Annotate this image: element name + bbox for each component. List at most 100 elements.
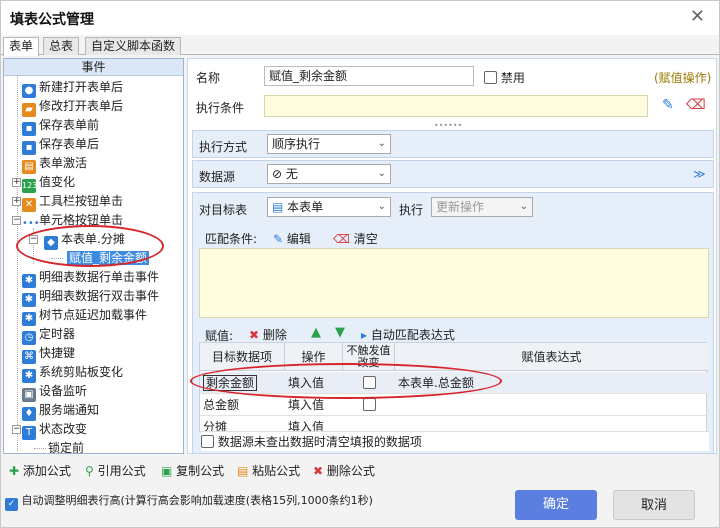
tab-summary[interactable]: 总表 (43, 37, 80, 55)
tree-item-before-lock[interactable]: 锁定前 (48, 439, 84, 453)
collapse-icon[interactable]: − (12, 425, 21, 434)
datasource-select[interactable]: ⊘ 无 ⌄ (267, 164, 391, 184)
row-no-trigger-checkbox[interactable] (343, 372, 395, 394)
paste-formula-button[interactable]: ▤ 粘贴公式 (237, 461, 300, 481)
chevron-down-icon: ⌄ (377, 168, 386, 179)
col-target-header: 目标数据项 (200, 343, 285, 371)
exec-action-select[interactable]: 更新操作 ⌄ (431, 197, 533, 217)
tree-item-clipboard[interactable]: ✱ 系统剪贴板变化 (22, 363, 123, 383)
tree-item-timer[interactable]: ◷ 定时器 (22, 325, 75, 345)
tree-item-value-change[interactable]: 123 值变化 (22, 173, 75, 193)
exec-mode-select[interactable]: 顺序执行 ⌄ (267, 134, 391, 154)
table-row[interactable]: 总金额 (200, 394, 285, 416)
row-expr-cell[interactable]: 本表单.总金额 (395, 372, 708, 394)
state-icon: T (22, 426, 36, 440)
ok-button[interactable]: 确定 (515, 490, 597, 520)
gear-icon: ✱ (22, 369, 36, 383)
event-tree-pane: 事件 ● 新建打开表单后 ▰ 修改打开表单后 ▪ 保存表单前 ▪ 保存表单后 ▤ 表单激活… (3, 58, 184, 454)
target-label: 对目标表 (199, 203, 248, 217)
device-icon: ▣ (22, 388, 36, 402)
formula-editor-pane: 名称 赋值_剩余金额 禁用 (赋值操作) 执行条件 ✎ ⌫ •••••• 执行方… (187, 58, 717, 454)
match-clear-button[interactable]: ⌫ 清空 (333, 230, 378, 247)
gear-icon: ✱ (22, 274, 36, 288)
collapse-icon[interactable]: − (29, 235, 38, 244)
tree-item-tree-lazy-load[interactable]: ✱ 树节点延迟加载事件 (22, 306, 147, 326)
check-icon: ✓ (5, 498, 18, 511)
tree-item-toolbar-click[interactable]: ✕ 工具栏按钮单击 (22, 192, 123, 212)
tree-item-shortcut[interactable]: ⌘ 快捷键 (22, 344, 75, 364)
close-icon[interactable]: ✕ (690, 6, 705, 27)
save-icon: ▪ (22, 122, 36, 136)
notify-icon: ♦ (22, 407, 36, 421)
title-bar: 填表公式管理 ✕ (1, 1, 719, 35)
expand-icon[interactable]: + (12, 178, 21, 187)
table-row[interactable]: 分摊 (200, 416, 285, 432)
match-edit-button[interactable]: ✎ 编辑 (273, 230, 311, 247)
tree-item-server-notify[interactable]: ♦ 服务端通知 (22, 401, 99, 421)
target-select[interactable]: ▤ 本表单 ⌄ (267, 197, 391, 217)
eraser-icon: ⌫ (333, 232, 350, 246)
timer-icon: ◷ (22, 331, 36, 345)
auto-adjust-checkbox[interactable]: ✓ 自动调整明细表行高(计算行高会影响加载速度(表格15列,1000条约1秒) (5, 491, 373, 511)
delete-formula-button[interactable]: ✖ 删除公式 (313, 461, 375, 481)
expand-more-icon[interactable]: ≫ (693, 167, 706, 181)
splitter-handle[interactable]: •••••• (434, 121, 462, 130)
cancel-button[interactable]: 取消 (613, 490, 695, 520)
tree-item-detail-row-click[interactable]: ✱ 明细表数据行单击事件 (22, 268, 159, 288)
form-icon: ▤ (22, 160, 36, 174)
shortcut-icon: ⌘ (22, 350, 36, 364)
tab-custom-script[interactable]: 自定义脚本函数 (85, 37, 182, 55)
tree-item-detail-row-dblclick[interactable]: ✱ 明细表数据行双击事件 (22, 287, 159, 307)
tree-item-new-open[interactable]: ● 新建打开表单后 (22, 78, 123, 98)
tools-icon: ✕ (22, 198, 36, 212)
assign-delete-button[interactable]: ✖ 删除 (249, 326, 287, 343)
play-icon: ▸ (361, 328, 368, 342)
value-icon: 123 (22, 179, 37, 193)
row-op-cell[interactable]: 填入值 (285, 372, 343, 394)
tree-item-activate[interactable]: ▤ 表单激活 (22, 154, 87, 174)
exec-mode-section: 执行方式 顺序执行 ⌄ (192, 130, 714, 158)
auto-match-button[interactable]: ▸ 自动匹配表达式 (361, 326, 455, 343)
condition-input[interactable] (264, 95, 648, 117)
clear-unfound-checkbox[interactable]: 数据源未查出数据时清空填报的数据项 (201, 431, 709, 451)
row-no-trigger-checkbox[interactable] (343, 394, 395, 416)
match-condition-input[interactable] (199, 248, 709, 318)
edit-icon[interactable]: ✎ (662, 97, 674, 113)
chevron-down-icon: ⌄ (377, 201, 386, 212)
tab-form[interactable]: 表单 (3, 37, 40, 56)
exec-mode-label: 执行方式 (199, 140, 248, 154)
formula-dialog: 填表公式管理 ✕ 表单 总表 自定义脚本函数 事件 ● 新建打开表单后 ▰ 修改打开… (0, 0, 720, 528)
tree-item-state-change[interactable]: T 状态改变 (22, 420, 87, 440)
ref-formula-button[interactable]: ⚲ 引用公式 (85, 461, 146, 481)
arrow-up-icon[interactable]: ▲ (311, 325, 321, 340)
collapse-icon[interactable]: − (12, 216, 21, 225)
tree-item-after-save[interactable]: ▪ 保存表单后 (22, 135, 99, 155)
delete-x-icon: ✖ (313, 464, 324, 478)
chevron-down-icon: ⌄ (377, 138, 386, 149)
event-tree-header: 事件 (4, 59, 183, 76)
edit-icon: ✎ (273, 232, 284, 246)
col-expr-header: 赋值表达式 (395, 343, 708, 371)
eraser-icon[interactable]: ⌫ (686, 97, 706, 113)
row-op-cell[interactable]: 填入值 (285, 416, 343, 432)
tree-item-cell-button-click[interactable]: •••单元格按钮单击 (22, 211, 123, 229)
tree-item-form-allocate[interactable]: ◆ 本表单.分摊 (44, 230, 125, 250)
disable-check-icon[interactable] (484, 71, 497, 84)
match-condition-label: 匹配条件: (205, 232, 258, 246)
name-input[interactable]: 赋值_剩余金额 (264, 66, 474, 86)
row-expr-cell[interactable] (395, 394, 708, 416)
disable-checkbox[interactable]: 禁用 (484, 69, 525, 86)
tree-item-modify-open[interactable]: ▰ 修改打开表单后 (22, 97, 123, 117)
expand-icon[interactable]: + (12, 197, 21, 206)
arrow-down-icon[interactable]: ▼ (335, 325, 345, 340)
layers-icon: ◆ (44, 236, 58, 250)
table-icon: ▤ (272, 200, 284, 214)
tree-item-assign-remaining[interactable]: 赋值_剩余金额 (67, 249, 150, 267)
tree-item-before-save[interactable]: ▪ 保存表单前 (22, 116, 99, 136)
paste-icon: ▤ (237, 464, 249, 478)
tree-item-device-listen[interactable]: ▣ 设备监听 (22, 382, 87, 402)
row-op-cell[interactable]: 填入值 (285, 394, 343, 416)
add-formula-button[interactable]: ✚ 添加公式 (9, 461, 71, 481)
table-row[interactable]: 剩余金额 (200, 372, 285, 394)
copy-formula-button[interactable]: ▣ 复制公式 (161, 461, 224, 481)
